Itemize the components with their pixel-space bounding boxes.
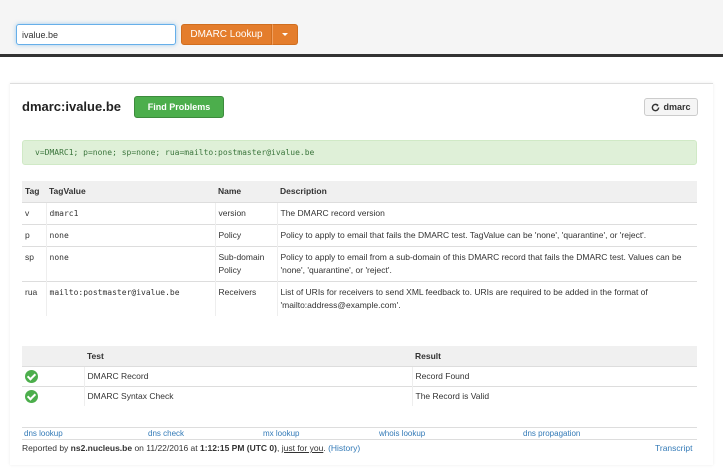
column-header-result: Result <box>412 346 697 366</box>
report-date: on 11/22/2016 at <box>132 443 200 453</box>
test-table: Test Result DMARC Record Record Found DM… <box>22 346 697 406</box>
status-cell <box>22 385 84 406</box>
whois-lookup-link[interactable]: whois lookup <box>379 429 425 438</box>
table-row: DMARC Record Record Found <box>22 365 697 386</box>
status-cell <box>22 365 84 386</box>
mx-lookup-link[interactable]: mx lookup <box>263 429 299 438</box>
name-cell: Receivers <box>214 281 277 316</box>
report-server: ns2.nucleus.be <box>70 443 133 453</box>
column-header-description: Description <box>277 181 697 203</box>
caret-down-icon <box>282 33 288 36</box>
page-title: dmarc:ivalue.be <box>22 99 121 114</box>
test-cell: DMARC Syntax Check <box>83 385 412 406</box>
search-input[interactable] <box>16 24 176 45</box>
report-time: 1:12:15 PM (UTC 0) <box>200 443 277 453</box>
table-row: v dmarc1 version The DMARC record versio… <box>22 202 697 225</box>
dns-check-link[interactable]: dns check <box>148 429 184 438</box>
find-problems-button[interactable]: Find Problems <box>134 96 224 118</box>
description-cell: Policy to apply to email from a sub-doma… <box>276 246 697 282</box>
description-cell: List of URIs for receivers to send XML f… <box>276 281 697 316</box>
table-row: p none Policy Policy to apply to email t… <box>22 224 697 247</box>
table-row: DMARC Syntax Check The Record is Valid <box>22 385 697 406</box>
report-line: Reported by ns2.nucleus.be on 11/22/2016… <box>22 443 360 453</box>
column-header-tagvalue: TagValue <box>46 181 215 203</box>
name-cell: Policy <box>214 224 277 247</box>
table-row: rua mailto:postmaster@ivalue.be Receiver… <box>22 281 697 316</box>
lookup-dropdown-button[interactable] <box>272 24 298 45</box>
column-header-test: Test <box>84 346 412 366</box>
just-for-you-link[interactable]: just for you <box>282 443 324 453</box>
result-cell: Record Found <box>411 365 697 386</box>
tag-cell: rua <box>22 281 46 316</box>
tag-cell: sp <box>22 246 46 282</box>
history-link[interactable]: (History) <box>328 443 360 453</box>
column-header-status <box>22 346 84 366</box>
dmarc-record-text: v=DMARC1; p=none; sp=none; rua=mailto:po… <box>22 140 697 165</box>
description-cell: Policy to apply to email that fails the … <box>276 224 697 247</box>
tag-table: Tag TagValue Name Description v dmarc1 v… <box>22 181 697 316</box>
tagvalue-cell: none <box>45 246 215 282</box>
description-cell: The DMARC record version <box>276 202 697 225</box>
tag-cell: v <box>22 202 46 225</box>
dmarc-lookup-button[interactable]: DMARC Lookup <box>181 24 272 45</box>
tagvalue-cell: dmarc1 <box>45 202 215 225</box>
check-circle-icon <box>25 389 38 403</box>
check-circle-icon <box>25 369 38 383</box>
tag-cell: p <box>22 224 46 247</box>
result-cell: The Record is Valid <box>411 385 697 406</box>
transcript-link[interactable]: Transcript <box>655 443 692 453</box>
dns-lookup-link[interactable]: dns lookup <box>24 429 63 438</box>
report-period: . <box>323 443 326 453</box>
name-cell: version <box>214 202 277 225</box>
refresh-dmarc-button[interactable]: dmarc <box>644 98 698 116</box>
tagvalue-cell: mailto:postmaster@ivalue.be <box>45 281 215 316</box>
top-bar: DMARC Lookup <box>0 0 723 57</box>
refresh-label: dmarc <box>663 102 691 112</box>
dns-propagation-link[interactable]: dns propagation <box>523 429 580 438</box>
test-cell: DMARC Record <box>83 365 412 386</box>
column-header-name: Name <box>215 181 277 203</box>
tagvalue-cell: none <box>45 224 215 247</box>
report-prefix: Reported by <box>22 443 71 453</box>
refresh-icon <box>652 103 660 111</box>
tool-links-bar: dns lookup dns check mx lookup whois loo… <box>22 427 697 440</box>
column-header-tag: Tag <box>22 181 46 203</box>
name-cell: Sub-domain Policy <box>214 246 277 282</box>
table-row: sp none Sub-domain Policy Policy to appl… <box>22 246 697 282</box>
